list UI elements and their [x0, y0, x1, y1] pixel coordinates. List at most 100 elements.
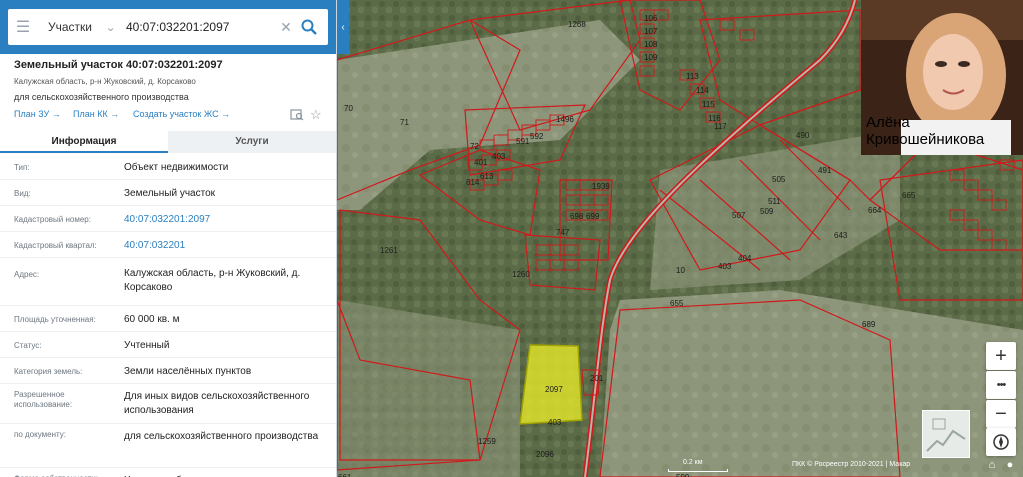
property-row: Тип: Объект недвижимости [0, 154, 336, 180]
location-button[interactable] [986, 428, 1016, 456]
plot-number: 70 [344, 104, 353, 113]
property-value: 60 000 кв. м [124, 314, 180, 325]
search-bar: ☰ Участки ⌄ ✕ [0, 0, 336, 54]
compass-icon [993, 434, 1009, 450]
property-label: Площадь уточненная: [14, 315, 96, 324]
properties-list: Тип: Объект недвижимости Вид: Земельный уча… [0, 154, 336, 477]
plot-number: 1268 [568, 20, 586, 29]
plot-number: 106 [644, 14, 658, 23]
property-value: Объект недвижимости [124, 162, 229, 173]
minimap-toggle[interactable] [922, 410, 970, 458]
property-row: Вид: Земельный участок [0, 180, 336, 206]
plot-number: 505 [772, 175, 786, 184]
collapse-panel-button[interactable]: ‹ [337, 0, 349, 54]
property-label: Кадастровый квартал: [14, 241, 97, 250]
parcel-title: Земельный участок 40:07:032201:2097 [14, 59, 223, 71]
plot-number: 699 [586, 212, 600, 221]
search-input[interactable] [116, 20, 276, 34]
property-label: Кадастровый номер: [14, 215, 91, 224]
property-label: по документу: [14, 430, 66, 439]
plot-number: 1259 [478, 437, 496, 446]
plot-number: 1261 [380, 246, 398, 255]
plot-number: 1939 [592, 182, 610, 191]
property-value: Земли населённых пунктов [124, 366, 252, 377]
plot-number: 109 [644, 53, 658, 62]
plan-kk-link[interactable]: План КК → [73, 109, 119, 119]
plot-number: 698 [570, 212, 584, 221]
plot-number: 490 [796, 131, 810, 140]
plot-number: 201 [590, 374, 604, 383]
plot-number: 613 [480, 172, 494, 181]
plot-number: 655 [670, 299, 684, 308]
scale-bar [668, 469, 728, 472]
plot-number: 404 [738, 254, 752, 263]
search-icon[interactable] [296, 9, 322, 45]
plot-number: 643 [834, 231, 848, 240]
plot-number: 403 [492, 152, 506, 161]
property-row: Форма собственности:Частная собственност… [0, 468, 336, 477]
property-row: Категория земель: Земли населённых пункто… [0, 358, 336, 384]
plot-number: 509 [760, 207, 774, 216]
menu-icon[interactable]: ☰ [8, 9, 38, 45]
tabs: Информация Услуги [0, 131, 336, 153]
plot-number: 491 [818, 166, 832, 175]
plot-number: 664 [868, 206, 882, 215]
action-links: План ЗУ → План КК → Создать участок ЖС →… [14, 107, 329, 123]
property-label: Адрес: [14, 270, 40, 279]
property-row: Адрес: Калужская область, р-н Жуковский, … [0, 258, 336, 306]
plot-number: 108 [644, 40, 658, 49]
plot-number: 113 [686, 72, 699, 81]
search-box: ☰ Участки ⌄ ✕ [8, 9, 328, 45]
property-value[interactable]: 40:07:032201 [124, 239, 329, 253]
zoom-in-button[interactable]: + [986, 342, 1016, 370]
close-icon[interactable]: ✕ [276, 19, 296, 36]
property-row: Кадастровый номер: 40:07:032201:2097 [0, 206, 336, 232]
chevron-down-icon: ⌄ [105, 21, 117, 34]
tab-info[interactable]: Информация [0, 131, 168, 153]
star-icon[interactable]: ☆ [310, 107, 322, 123]
person-icon[interactable]: ● [1003, 456, 1017, 474]
plot-number: 614 [466, 178, 480, 187]
property-value: Учтенный [124, 340, 170, 351]
plot-number: 511 [768, 197, 781, 206]
plot-number: 401 [474, 158, 488, 167]
category-value: Участки [48, 20, 92, 34]
scale-label: 0.2 км [683, 459, 703, 466]
property-row: Площадь уточненная: 60 000 кв. м [0, 306, 336, 332]
property-value[interactable]: 40:07:032201:2097 [124, 213, 329, 227]
property-row: Разрешенное использование: Для иных видов… [0, 384, 336, 424]
property-value: Для иных видов сельскохозяйственного исп… [124, 391, 310, 416]
home-icon[interactable]: ⌂ [985, 456, 999, 474]
plan-zu-link[interactable]: План ЗУ → [14, 109, 61, 119]
property-label: Вид: [14, 189, 31, 198]
plot-number: 661 [338, 473, 351, 477]
parcel-address: Калужская область, р-н Жуковский, д. Кор… [14, 77, 196, 86]
category-select[interactable]: Участки ⌄ [38, 9, 116, 45]
zoom-out-button[interactable]: − [986, 400, 1016, 428]
plot-number: 592 [530, 132, 544, 141]
plot-number: 114 [696, 86, 709, 95]
plot-number: 1260 [512, 270, 530, 279]
property-row: Статус: Учтенный [0, 332, 336, 358]
property-label: Категория земель: [14, 367, 83, 376]
plot-number: 107 [644, 27, 658, 36]
property-value: Калужская область, р-н Жуковский, д. Кор… [124, 268, 301, 293]
property-value: для сельскохозяйственного производства [124, 431, 319, 442]
plot-number: 591 [516, 137, 530, 146]
plot-number: 2097 [545, 385, 563, 394]
property-row: Кадастровый квартал: 40:07:032201 [0, 232, 336, 258]
tab-services[interactable]: Услуги [168, 131, 336, 153]
plot-number: 665 [902, 191, 916, 200]
show-on-map-icon[interactable] [290, 109, 304, 121]
more-options-button[interactable]: ••• [986, 371, 1016, 399]
plot-number: 1496 [556, 115, 574, 124]
copyright: ПКК © Росреестр 2010-2021 | Макар [792, 461, 911, 468]
plot-number: 71 [400, 118, 409, 127]
plot-number: 403 [548, 418, 562, 427]
property-label: Статус: [14, 341, 42, 350]
plot-number: 72 [470, 142, 479, 151]
plot-number: 747 [556, 228, 570, 237]
create-parcel-link[interactable]: Создать участок ЖС → [133, 109, 230, 119]
property-label: Разрешенное использование: [14, 390, 73, 409]
plot-number: 10 [676, 266, 685, 275]
